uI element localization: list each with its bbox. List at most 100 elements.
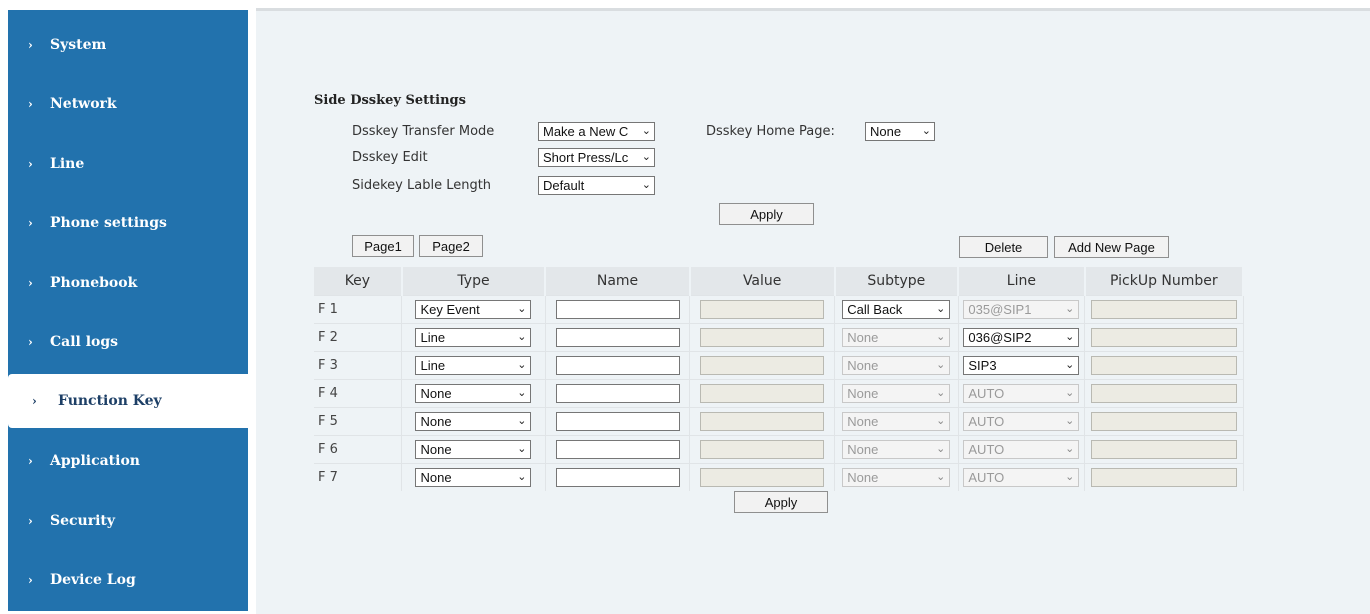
delete-button[interactable]: Delete [959, 236, 1048, 258]
sidebar-item-label: System [50, 37, 107, 53]
sidebar-item-label: Phonebook [50, 275, 138, 291]
table-row: F 5 None ⌄ None ⌄ AUTO ⌄ [314, 407, 1244, 436]
subtype-select[interactable]: Call Back ⌄ [842, 300, 951, 319]
chevron-down-icon: ⌄ [517, 443, 527, 455]
name-input[interactable] [555, 356, 680, 375]
sidebar-item-label: Application [50, 453, 140, 469]
table-row: F 1 Key Event ⌄ Call Back ⌄ 035@SIP1 ⌄ [314, 295, 1244, 324]
sidebar-item-line[interactable]: › Line [8, 141, 248, 187]
value-input [700, 412, 825, 431]
name-input[interactable] [555, 440, 680, 459]
chevron-down-icon: ⌄ [936, 415, 946, 427]
line-select: AUTO ⌄ [963, 468, 1080, 487]
chevron-right-icon: › [28, 157, 33, 171]
type-select[interactable]: Line ⌄ [415, 328, 532, 347]
chevron-right-icon: › [28, 335, 33, 349]
key-cell: F 2 [314, 323, 403, 352]
type-value: None [420, 470, 452, 485]
type-select[interactable]: None ⌄ [415, 412, 532, 431]
line-select[interactable]: SIP3 ⌄ [963, 356, 1080, 375]
line-value: AUTO [968, 414, 1005, 429]
sidebar-item-label: Phone settings [50, 215, 167, 231]
subtype-select: None ⌄ [842, 328, 951, 347]
sidebar-item-function-key[interactable]: › Function Key [8, 374, 248, 428]
sidebar-item-call-logs[interactable]: › Call logs [8, 319, 248, 365]
sidebar-item-phonebook[interactable]: › Phonebook [8, 260, 248, 306]
key-cell: F 3 [314, 351, 403, 380]
sidebar-item-label: Device Log [50, 572, 136, 588]
dsskey-edit-value: Short Press/Lc [543, 150, 629, 165]
name-input[interactable] [555, 300, 680, 319]
label-length-select[interactable]: Default ⌄ [538, 176, 655, 195]
subtype-value: None [847, 358, 879, 373]
line-value: AUTO [968, 386, 1005, 401]
apply-button-bottom[interactable]: Apply [734, 491, 828, 513]
transfer-mode-value: Make a New C [543, 124, 629, 139]
pickup-number-input [1090, 300, 1237, 319]
type-select[interactable]: Key Event ⌄ [415, 300, 532, 319]
chevron-down-icon: ⌄ [517, 303, 527, 315]
type-value: Line [420, 330, 446, 345]
column-header-type: Type [401, 267, 547, 296]
label-length-value: Default [543, 178, 585, 193]
type-select[interactable]: None ⌄ [415, 468, 532, 487]
sidebar-nav: › System › Network › Line › Phone settin… [8, 10, 248, 611]
type-select[interactable]: None ⌄ [415, 440, 532, 459]
chevron-down-icon: ⌄ [1065, 331, 1075, 343]
label-length-label: Sidekey Lable Length [352, 178, 492, 193]
type-select[interactable]: None ⌄ [415, 384, 532, 403]
apply-button-top[interactable]: Apply [719, 203, 814, 225]
subtype-value: Call Back [847, 302, 903, 317]
sidebar-item-security[interactable]: › Security [8, 498, 248, 544]
line-select: 035@SIP1 ⌄ [963, 300, 1080, 319]
column-header-subtype: Subtype [834, 267, 960, 296]
sidebar-item-label: Call logs [50, 334, 119, 350]
function-key-table: Key Type Name Value Subtype Line PickUp … [314, 267, 1245, 491]
chevron-down-icon: ⌄ [936, 443, 946, 455]
chevron-down-icon: ⌄ [1065, 443, 1075, 455]
chevron-down-icon: ⌄ [936, 303, 946, 315]
add-new-page-button[interactable]: Add New Page [1054, 236, 1169, 258]
line-select[interactable]: 036@SIP2 ⌄ [963, 328, 1080, 347]
pickup-number-input [1090, 468, 1237, 487]
home-page-label: Dsskey Home Page: [706, 124, 835, 139]
key-cell: F 5 [314, 407, 403, 436]
name-input[interactable] [555, 468, 680, 487]
chevron-down-icon: ⌄ [1065, 303, 1075, 315]
chevron-right-icon: › [28, 454, 33, 468]
subtype-value: None [847, 330, 879, 345]
sidebar-item-network[interactable]: › Network [8, 81, 248, 127]
chevron-down-icon: ⌄ [1065, 387, 1075, 399]
sidebar-item-system[interactable]: › System [8, 22, 248, 68]
transfer-mode-select[interactable]: Make a New C ⌄ [538, 122, 655, 141]
dsskey-edit-select[interactable]: Short Press/Lc ⌄ [538, 148, 655, 167]
chevron-down-icon: ⌄ [1065, 415, 1075, 427]
home-page-select[interactable]: None ⌄ [865, 122, 935, 141]
key-cell: F 7 [314, 463, 403, 491]
name-input[interactable] [555, 412, 680, 431]
subtype-value: None [847, 386, 879, 401]
tab-page1[interactable]: Page1 [352, 235, 414, 257]
transfer-mode-label: Dsskey Transfer Mode [352, 124, 495, 139]
chevron-right-icon: › [28, 38, 33, 52]
chevron-right-icon: › [28, 573, 33, 587]
tab-page2[interactable]: Page2 [419, 235, 483, 257]
pickup-number-input [1090, 384, 1237, 403]
pickup-number-input [1090, 356, 1237, 375]
type-value: None [420, 414, 452, 429]
sidebar-item-phone-settings[interactable]: › Phone settings [8, 200, 248, 246]
chevron-down-icon: ⌄ [517, 471, 527, 483]
sidebar-item-device-log[interactable]: › Device Log [8, 557, 248, 603]
name-input[interactable] [555, 328, 680, 347]
name-input[interactable] [555, 384, 680, 403]
line-select: AUTO ⌄ [963, 440, 1080, 459]
line-value: AUTO [968, 442, 1005, 457]
type-select[interactable]: Line ⌄ [415, 356, 532, 375]
sidebar-item-application[interactable]: › Application [8, 438, 248, 484]
chevron-right-icon: › [28, 216, 33, 230]
sidebar-item-label: Security [50, 513, 116, 529]
table-row: F 7 None ⌄ None ⌄ AUTO ⌄ [314, 463, 1244, 491]
type-value: None [420, 386, 452, 401]
chevron-down-icon: ⌄ [641, 179, 651, 191]
value-input [700, 328, 825, 347]
